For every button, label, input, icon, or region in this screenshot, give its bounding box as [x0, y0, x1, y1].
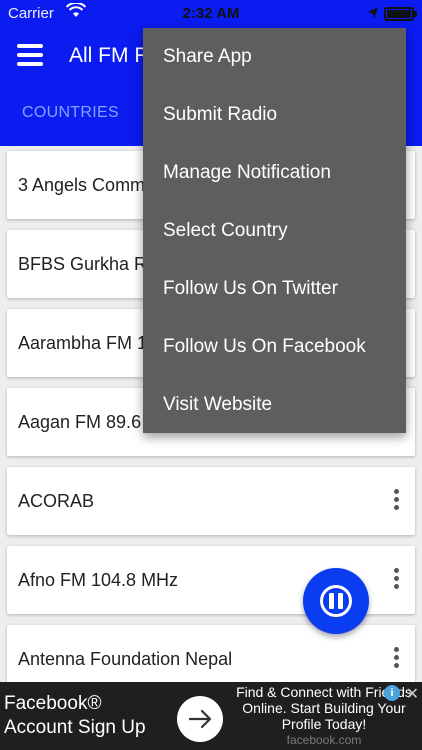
battery-tip — [414, 11, 417, 17]
menu-item-follow-facebook[interactable]: Follow Us On Facebook — [163, 318, 366, 376]
more-options-icon[interactable] — [391, 568, 401, 592]
pause-button[interactable] — [303, 568, 369, 634]
ad-domain: facebook.com — [286, 733, 362, 747]
battery-icon — [384, 7, 414, 21]
menu-item-manage-notification[interactable]: Manage Notification — [163, 144, 331, 202]
menu-item-follow-twitter[interactable]: Follow Us On Twitter — [163, 260, 338, 318]
hamburger-menu-icon[interactable] — [17, 44, 43, 66]
station-name: ACORAB — [18, 491, 95, 511]
menu-item-select-country[interactable]: Select Country — [163, 202, 288, 260]
more-options-icon[interactable] — [391, 489, 401, 513]
ad-banner[interactable]: Facebook® Account Sign Up Find & Connect… — [0, 682, 422, 750]
station-name: Afno FM 104.8 MHz — [18, 570, 179, 590]
arrow-right-icon — [188, 709, 212, 729]
ad-cta-button[interactable] — [177, 696, 223, 742]
location-icon — [368, 7, 378, 19]
pause-icon — [320, 585, 352, 617]
ad-headline-line1: Facebook® — [4, 693, 102, 714]
menu-item-visit-website[interactable]: Visit Website — [163, 376, 272, 434]
tab-countries[interactable]: COUNTRIES — [22, 104, 119, 122]
menu-item-submit-radio[interactable]: Submit Radio — [163, 86, 277, 144]
more-options-icon[interactable] — [391, 647, 401, 671]
pause-bar-right — [338, 593, 343, 609]
ad-info-icon[interactable]: i — [384, 685, 400, 701]
station-name: Aagan FM 89.6 — [18, 412, 142, 432]
clock: 2:32 AM — [182, 5, 240, 22]
overflow-menu: Share App Submit Radio Manage Notificati… — [143, 28, 406, 433]
ad-close-icon[interactable]: ✕ — [406, 684, 419, 704]
ad-headline: Facebook® Account Sign Up — [4, 692, 146, 740]
menu-item-share-app[interactable]: Share App — [163, 28, 252, 86]
station-card[interactable]: ACORAB — [7, 467, 415, 535]
pause-bar-left — [329, 593, 334, 609]
status-bar: Carrier 2:32 AM — [0, 0, 422, 28]
ad-headline-line2: Account Sign Up — [4, 717, 146, 738]
